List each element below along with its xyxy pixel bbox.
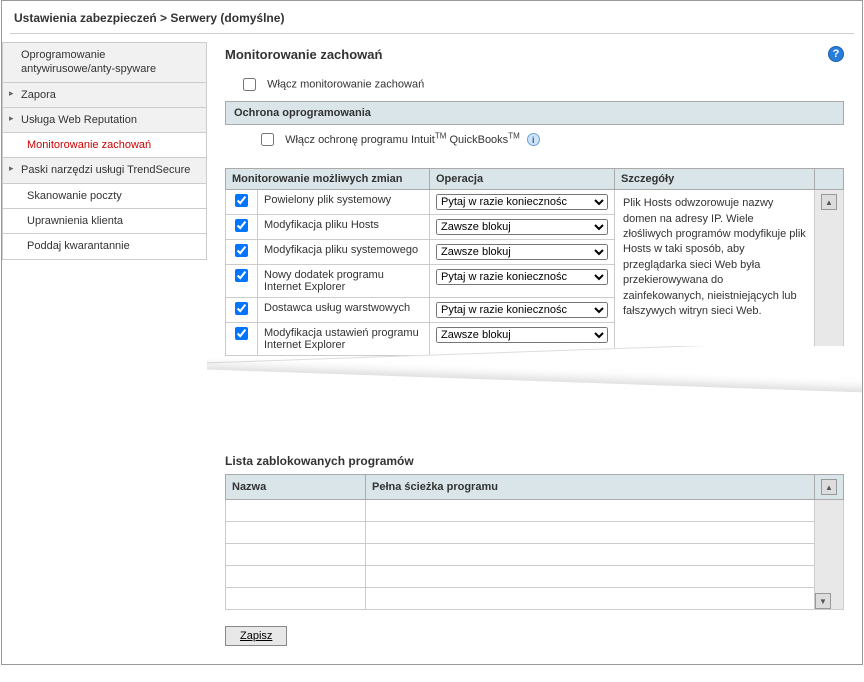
details-header: Szczegóły [615,169,815,190]
operation-select[interactable]: Pytaj w razie koniecznoścZawsze blokujZa… [436,269,608,285]
blocked-name-header: Nazwa [226,475,366,500]
sidebar-item-1[interactable]: Zapora [2,83,207,108]
changes-header: Monitorowanie możliwych zmian [226,169,430,190]
operation-select[interactable]: Pytaj w razie koniecznoścZawsze blokujZa… [436,327,608,343]
help-icon[interactable]: ? [828,46,844,62]
blocked-programs-table: Nazwa Pełna ścieżka programu ▲ ▼ [225,474,844,610]
page-tear-decoration [207,346,862,436]
monitor-row-checkbox[interactable] [235,219,248,232]
enable-quickbooks-checkbox[interactable] [261,133,274,146]
monitor-row-label: Dostawca usług warstwowych [258,298,430,323]
monitor-row-checkbox[interactable] [235,302,248,315]
table-row [226,588,366,610]
blocked-path-header: Pełna ścieżka programu [366,475,815,500]
sidebar-item-5[interactable]: Skanowanie poczty [2,184,207,209]
blocked-programs-title: Lista zablokowanych programów [225,454,844,468]
sidebar-item-7[interactable]: Poddaj kwarantannie [2,234,207,259]
operation-select[interactable]: Pytaj w razie koniecznoścZawsze blokujZa… [436,194,608,210]
scroll-down-icon[interactable]: ▼ [815,593,831,609]
operation-select[interactable]: Pytaj w razie koniecznoścZawsze blokujZa… [436,219,608,235]
details-text: Plik Hosts odwzorowuje nazwy domen na ad… [621,194,808,321]
breadcrumb: Ustawienia zabezpieczeń > Serwery (domyś… [2,1,862,33]
scroll-up-icon[interactable]: ▲ [821,479,837,495]
operation-select[interactable]: Pytaj w razie koniecznoścZawsze blokujZa… [436,302,608,318]
scrollbar[interactable]: ▼ [815,500,844,610]
table-row [226,544,366,566]
table-row [226,566,366,588]
info-icon[interactable]: i [527,133,540,146]
save-button[interactable]: Zapisz [225,626,287,646]
sidebar-item-4[interactable]: Paski narzędzi usługi TrendSecure [2,158,207,183]
page-title: Monitorowanie zachowań [225,47,382,62]
monitor-row-checkbox[interactable] [235,244,248,257]
scroll-up-icon[interactable]: ▲ [821,194,837,210]
software-protection-header: Ochrona oprogramowania [225,101,844,125]
table-row [226,522,366,544]
enable-behavior-label: Włącz monitorowanie zachowań [267,78,424,90]
sidebar-item-0[interactable]: Oprogramowanie antywirusowe/anty-spyware [2,42,207,83]
monitor-row-checkbox[interactable] [235,327,248,340]
monitoring-table: Monitorowanie możliwych zmian Operacja S… [225,168,844,356]
sidebar-item-3[interactable]: Monitorowanie zachowań [2,133,207,158]
main-panel: Monitorowanie zachowań ? Włącz monitorow… [207,34,862,664]
enable-behavior-checkbox[interactable] [243,78,256,91]
scrollbar[interactable]: ▲ [815,190,844,356]
table-row [226,500,366,522]
monitor-row-checkbox[interactable] [235,194,248,207]
monitor-row-label: Modyfikacja pliku systemowego [258,240,430,265]
monitor-row-label: Powielony plik systemowy [258,190,430,215]
quickbooks-label: Włącz ochronę programu IntuitTM QuickBoo… [285,134,523,146]
monitor-row-label: Modyfikacja pliku Hosts [258,215,430,240]
sidebar-item-6[interactable]: Uprawnienia klienta [2,209,207,234]
operation-select[interactable]: Pytaj w razie koniecznoścZawsze blokujZa… [436,244,608,260]
operation-header: Operacja [430,169,615,190]
monitor-row-checkbox[interactable] [235,269,248,282]
sidebar-item-2[interactable]: Usługa Web Reputation [2,108,207,133]
sidebar: Oprogramowanie antywirusowe/anty-spyware… [2,34,207,664]
monitor-row-label: Nowy dodatek programu Internet Explorer [258,265,430,298]
